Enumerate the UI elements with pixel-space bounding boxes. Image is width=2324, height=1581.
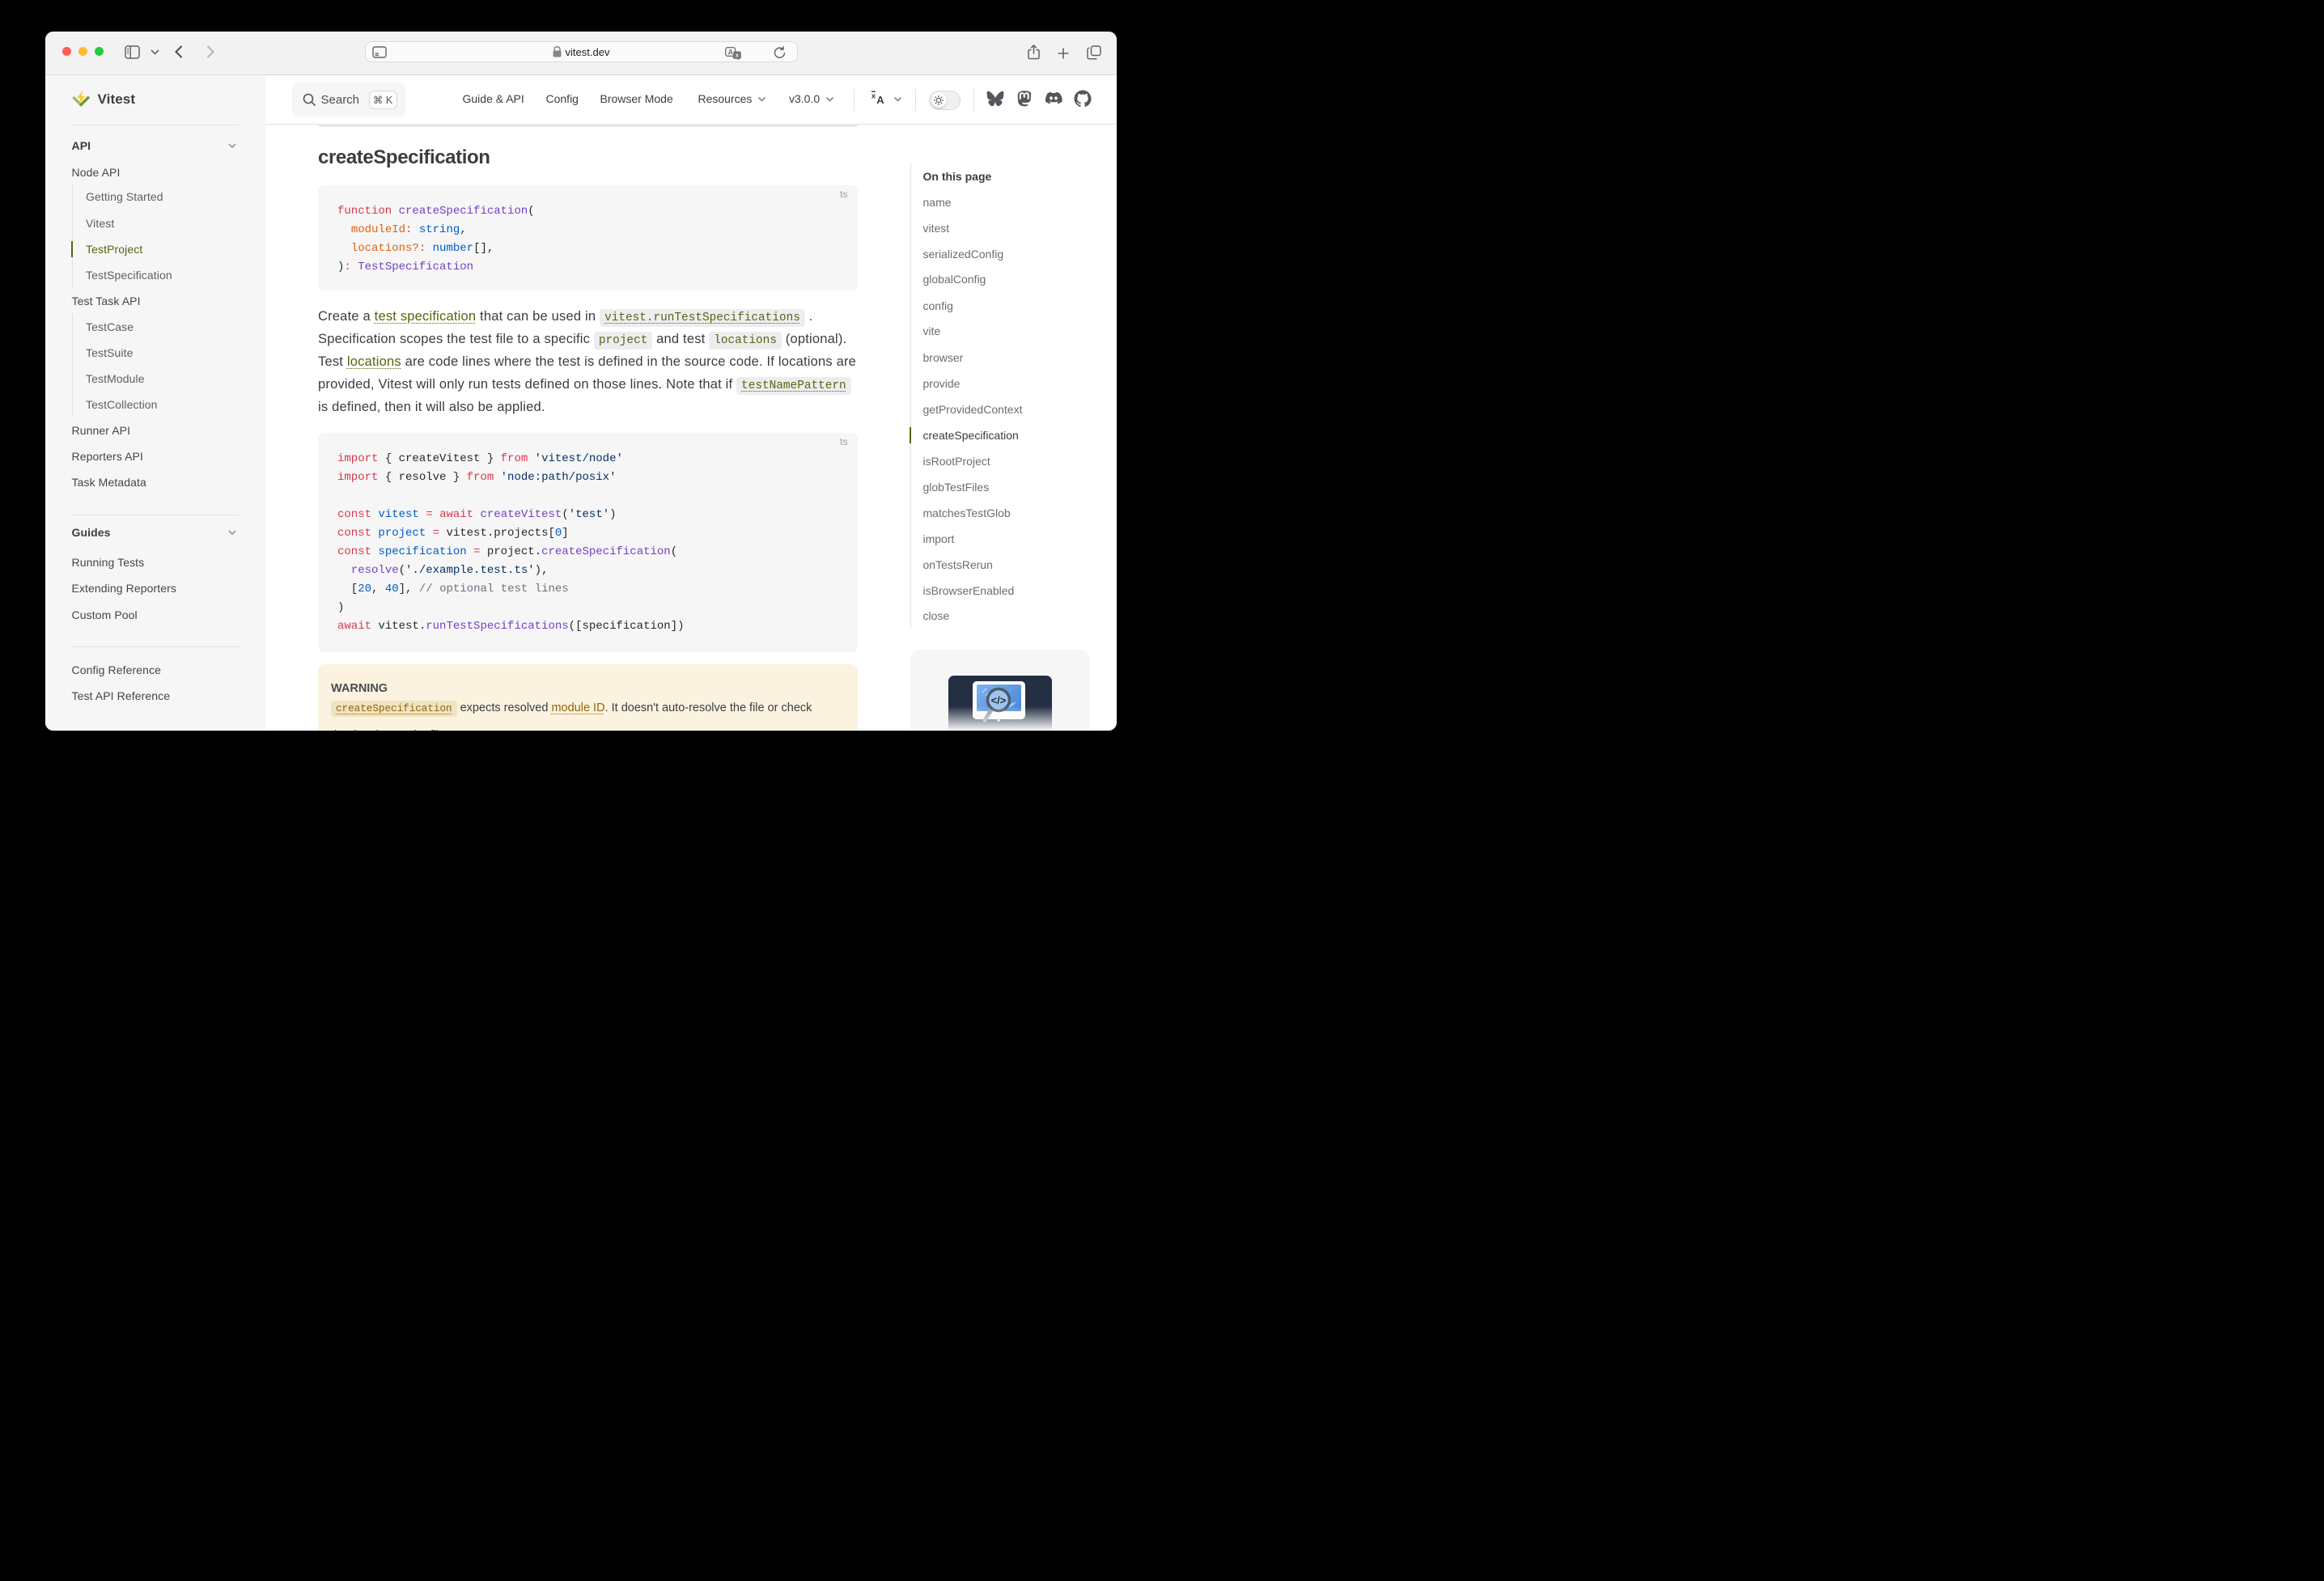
svg-text:</>: </> — [991, 694, 1007, 706]
svg-text:A: A — [727, 48, 733, 56]
svg-text:x: x — [872, 91, 876, 100]
svg-text:A: A — [876, 94, 884, 106]
